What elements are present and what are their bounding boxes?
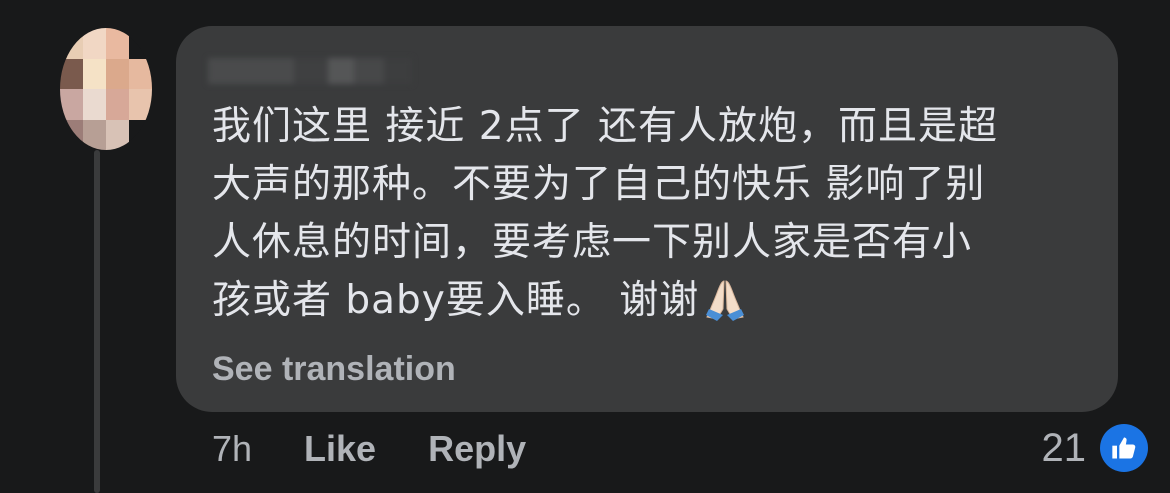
reaction-count: 21 [1041,425,1087,470]
comment-timestamp[interactable]: 7h [212,428,252,470]
comment-line: 大声的那种。不要为了自己的快乐 影响了别 [212,162,986,207]
reply-button[interactable]: Reply [428,428,526,470]
avatar[interactable] [60,28,152,150]
like-button[interactable]: Like [304,428,376,470]
comment-screen: 我们这里 接近 2点了 还有人放炮，而且是超 大声的那种。不要为了自己的快乐 影… [0,0,1170,493]
comment-text: 我们这里 接近 2点了 还有人放炮，而且是超 大声的那种。不要为了自己的快乐 影… [212,98,1092,338]
comment-line: 我们这里 接近 2点了 还有人放炮，而且是超 [212,104,999,149]
comment-line-last: 孩或者 baby要入睡。 谢谢 [212,272,1092,338]
comment-line: 人休息的时间，要考虑一下别人家是否有小 [212,220,973,265]
comment-actions: 7h Like Reply [212,428,526,470]
comment-line: 孩或者 baby要入睡。 谢谢 [212,278,700,323]
see-translation-link[interactable]: See translation [212,350,456,389]
author-name-redacted[interactable] [208,56,412,86]
folded-hands-icon [703,277,747,338]
reaction-summary[interactable]: 21 [1041,424,1148,472]
thumbs-up-icon [1100,424,1148,472]
reply-thread-line [94,150,100,493]
